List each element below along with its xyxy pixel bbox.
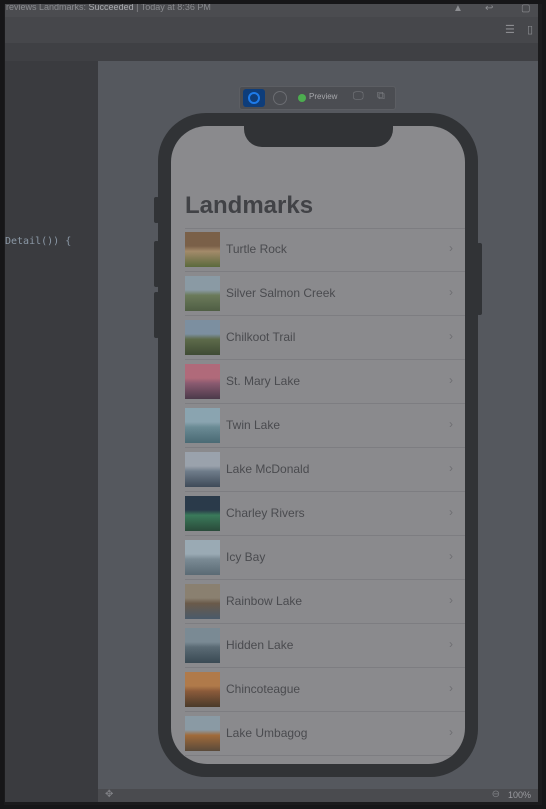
live-preview-icon (248, 92, 260, 104)
landmark-name: Chilkoot Trail (226, 330, 296, 344)
landmark-thumbnail (185, 496, 220, 531)
status-result: Succeeded (88, 2, 134, 12)
preview-status-dot-icon (298, 94, 306, 102)
landmark-name: Lake McDonald (226, 462, 310, 476)
landmark-list: Turtle Rock › Silver Salmon Creek › Chilkoot… (171, 228, 465, 756)
status-time: | Today at 8:36 PM (136, 2, 211, 12)
inspect-preview-button[interactable] (273, 91, 287, 105)
landmark-thumbnail (185, 628, 220, 663)
chevron-right-icon: › (449, 549, 453, 563)
landmark-name: St. Mary Lake (226, 374, 301, 388)
iphone-frame: Landmarks Turtle Rock › Silver Salmon Cree… (158, 113, 478, 777)
landmark-thumbnail (185, 584, 220, 619)
landmark-name: Icy Bay (226, 550, 266, 564)
landmark-thumbnail (185, 408, 220, 443)
landmark-name: Twin Lake (226, 418, 281, 432)
chevron-right-icon: › (449, 725, 453, 739)
landmark-row[interactable]: Rainbow Lake › (171, 580, 465, 624)
code-editor[interactable]: Detail()) { (5, 61, 99, 802)
zoom-out-icon[interactable]: ⊖ (492, 789, 500, 800)
page-title: Landmarks (185, 192, 314, 219)
back-forward-icon[interactable]: ↩ (485, 1, 493, 16)
landmark-thumbnail (185, 364, 220, 399)
chevron-right-icon: › (449, 681, 453, 695)
landmark-thumbnail (185, 540, 220, 575)
landmark-thumbnail (185, 320, 220, 355)
landmark-row[interactable]: Icy Bay › (171, 536, 465, 580)
phone-notch (244, 126, 393, 147)
chevron-right-icon: › (449, 285, 453, 299)
landmark-name: Silver Salmon Creek (226, 286, 336, 300)
landmark-thumbnail (185, 452, 220, 487)
editor-options-icon[interactable]: ☰ (505, 23, 515, 36)
mute-switch (154, 197, 159, 223)
landmark-name: Turtle Rock (226, 242, 287, 256)
chevron-right-icon: › (449, 417, 453, 431)
canvas-bottom-bar: ✥ ⊖ 100% (98, 789, 538, 802)
landmark-thumbnail (185, 232, 220, 267)
live-preview-button[interactable] (243, 89, 265, 107)
landmark-row[interactable]: Chincoteague › (171, 668, 465, 712)
landmark-name: Hidden Lake (226, 638, 294, 652)
landmark-row[interactable]: St. Mary Lake › (171, 360, 465, 404)
jump-bar (5, 43, 538, 62)
landmark-name: Rainbow Lake (226, 594, 303, 608)
volume-up-button (154, 241, 159, 287)
landmark-row[interactable]: Chilkoot Trail › (171, 316, 465, 360)
add-editor-icon[interactable]: ▯ (527, 23, 533, 36)
zoom-level[interactable]: 100% (508, 790, 531, 800)
tab-bar: ☰ ▯ (5, 17, 538, 44)
chevron-right-icon: › (449, 373, 453, 387)
landmark-row[interactable]: Lake Umbagog › (171, 712, 465, 756)
landmark-row[interactable]: Lake McDonald › (171, 448, 465, 492)
chevron-right-icon: › (449, 329, 453, 343)
duplicate-preview-icon[interactable]: ⧉ (377, 90, 385, 103)
preview-toolbar: Preview 🖵 ⧉ (239, 86, 396, 110)
landmark-row[interactable]: Silver Salmon Creek › (171, 272, 465, 316)
landmark-row[interactable]: Hidden Lake › (171, 624, 465, 668)
warning-icon[interactable]: ▲ (453, 1, 463, 16)
chevron-right-icon: › (449, 637, 453, 651)
volume-down-button (154, 292, 159, 338)
landmark-name: Chincoteague (226, 682, 301, 696)
panel-toggle-icon[interactable]: ▢ (521, 1, 530, 16)
device-settings-icon[interactable]: 🖵 (353, 90, 364, 103)
landmark-name: Lake Umbagog (226, 726, 308, 740)
side-button (477, 243, 482, 315)
status-prefix: reviews Landmarks: (6, 2, 87, 12)
landmark-row[interactable]: Turtle Rock › (171, 228, 465, 272)
pin-icon[interactable]: ✥ (105, 789, 113, 800)
landmark-row[interactable]: Twin Lake › (171, 404, 465, 448)
landmark-thumbnail (185, 276, 220, 311)
simulator-screen: Landmarks Turtle Rock › Silver Salmon Cree… (171, 126, 465, 764)
chevron-right-icon: › (449, 461, 453, 475)
landmark-row[interactable]: Charley Rivers › (171, 492, 465, 536)
landmark-thumbnail (185, 672, 220, 707)
chevron-right-icon: › (449, 593, 453, 607)
chevron-right-icon: › (449, 241, 453, 255)
landmark-thumbnail (185, 716, 220, 751)
landmark-name: Charley Rivers (226, 506, 305, 520)
activity-status-bar: reviews Landmarks: Succeeded | Today at … (5, 0, 538, 17)
preview-label: Preview (309, 92, 338, 101)
chevron-right-icon: › (449, 505, 453, 519)
code-line: Detail()) { (5, 236, 72, 247)
